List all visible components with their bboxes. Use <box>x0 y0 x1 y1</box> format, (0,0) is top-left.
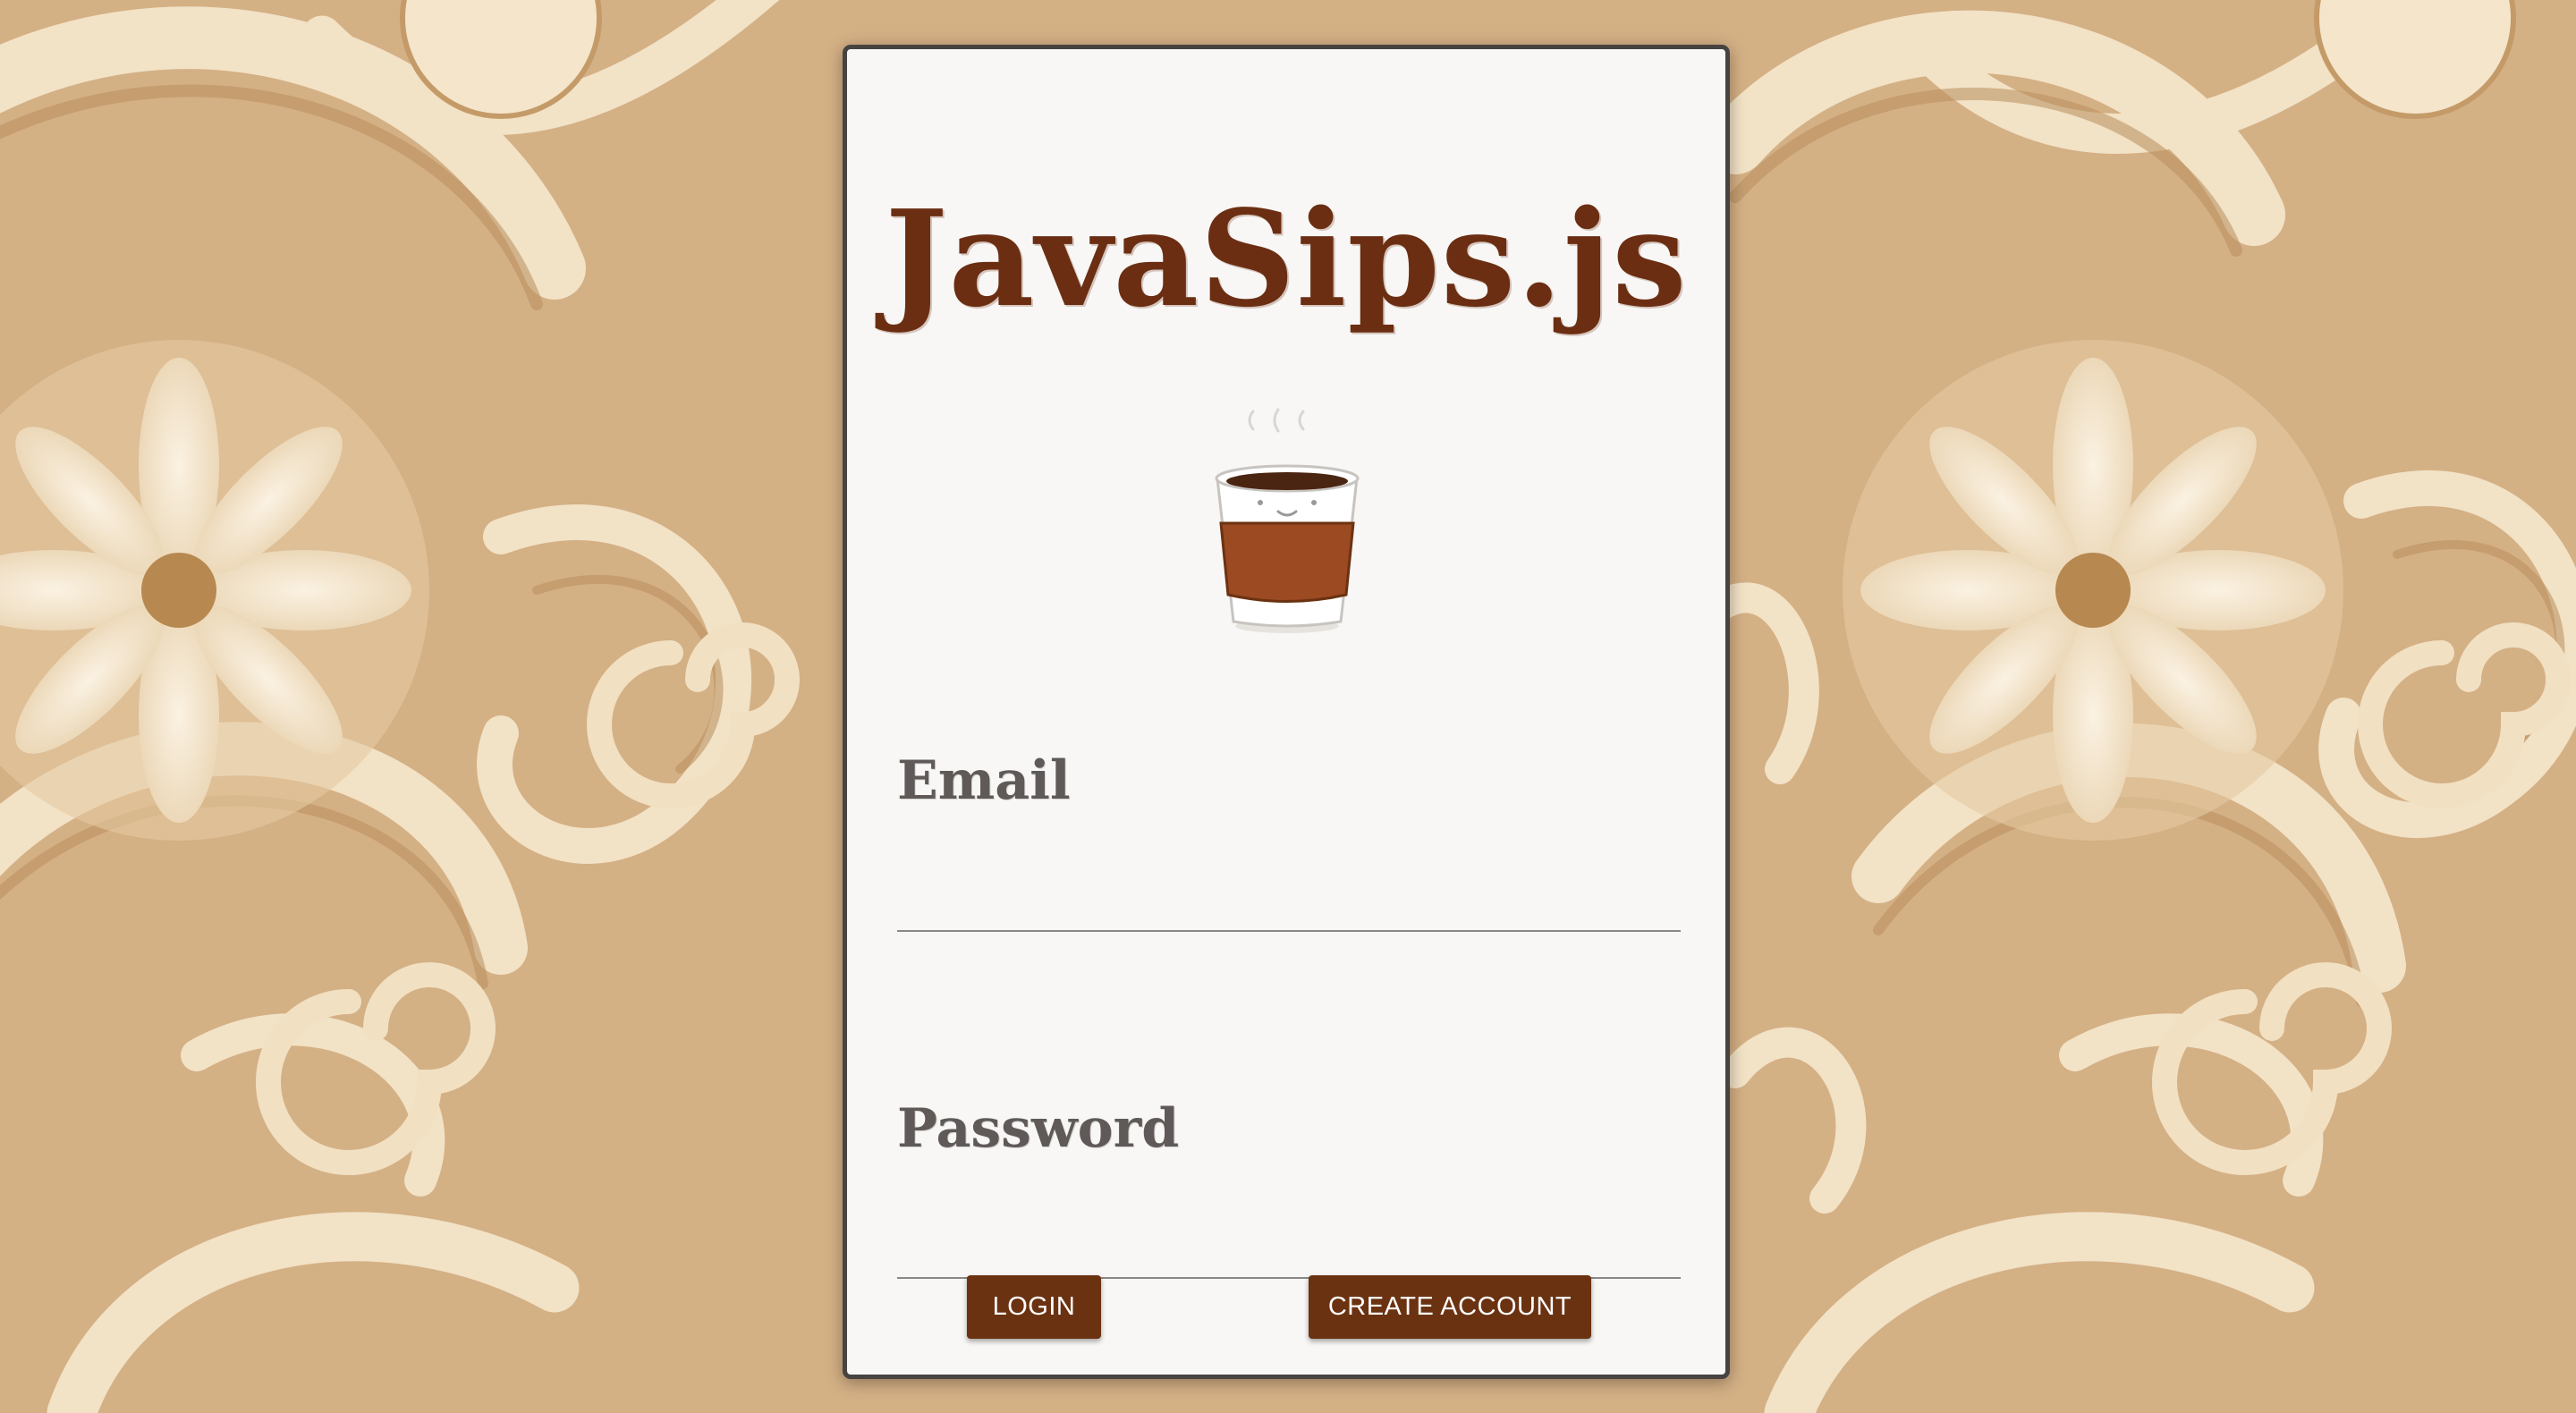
coffee-cup-icon <box>1215 408 1360 633</box>
login-card: JavaSips.js Email Password LOGIN CREATE … <box>843 45 1730 1379</box>
password-field[interactable] <box>897 1216 1681 1279</box>
app-title: JavaSips.js <box>885 181 1688 336</box>
password-label: Password <box>897 1097 1180 1160</box>
login-button[interactable]: LOGIN <box>967 1275 1101 1339</box>
create-account-button[interactable]: CREATE ACCOUNT <box>1309 1275 1591 1339</box>
email-label: Email <box>897 749 1071 812</box>
email-field[interactable] <box>897 869 1681 932</box>
